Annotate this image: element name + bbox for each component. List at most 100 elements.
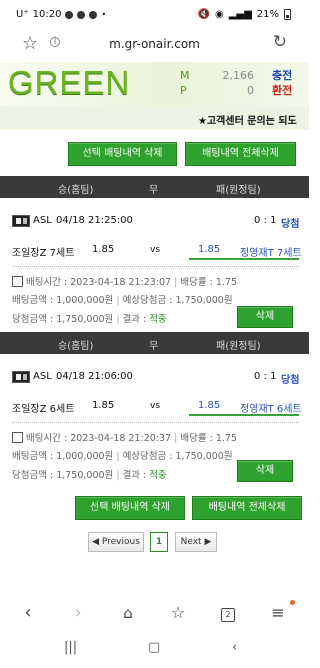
- bet-rate: 배당률 : 1.75: [180, 277, 237, 288]
- table-header: 승(홈팀) 무 패(원정팀): [0, 176, 309, 198]
- charge-link[interactable]: 충전: [272, 68, 292, 83]
- home-team: 조일장Z 6세트: [12, 404, 75, 415]
- back-button-icon[interactable]: ‹: [232, 640, 237, 655]
- next-page-button[interactable]: Next ▶: [175, 532, 217, 552]
- message-icon: [77, 10, 86, 19]
- previous-page-button[interactable]: ◀ Previous: [88, 532, 144, 552]
- bet-rate: 배당률 : 1.75: [180, 433, 237, 444]
- home-team: 조일장Z 7세트: [12, 248, 75, 259]
- page-number-current[interactable]: 1: [150, 532, 168, 552]
- bookmarks-icon[interactable]: ☆: [166, 603, 190, 622]
- separator: |: [116, 314, 120, 325]
- result-badge: 당첨: [281, 219, 300, 230]
- balance-actions: 충전 환전: [272, 68, 292, 98]
- separator: |: [116, 451, 120, 462]
- header-draw: 무: [149, 341, 159, 352]
- bet-select-checkbox[interactable]: [12, 432, 23, 443]
- header-draw: 무: [149, 185, 159, 196]
- browser-url-bar: ☆ i m.gr-onair.com ↻: [0, 28, 309, 62]
- separator: |: [174, 433, 178, 444]
- home-odds: 1.85: [92, 400, 115, 411]
- match-time: 04/18 21:25:00: [56, 215, 133, 226]
- league-name: ASL: [33, 371, 52, 382]
- bet-time: 배팅시간 : 2023-04-18 21:23:07: [26, 277, 172, 288]
- match-score: 0 : 1: [254, 371, 277, 382]
- battery-level: 21%: [256, 9, 279, 20]
- divider: [12, 266, 299, 267]
- delete-all-button-top[interactable]: 배팅내역 전체삭제: [185, 142, 296, 166]
- recent-apps-icon[interactable]: |||: [64, 640, 77, 655]
- delete-all-button-bottom[interactable]: 배팅내역 전체삭제: [192, 496, 302, 520]
- chat-icon: [89, 10, 98, 19]
- home-odds: 1.85: [92, 244, 115, 255]
- update-dot-icon: [290, 600, 295, 605]
- expected-winnings: 예상당첨금 : 1,750,000원: [122, 295, 233, 306]
- balance-values: 2,166 0: [200, 68, 255, 98]
- league-name: ASL: [33, 215, 52, 226]
- bet-amount: 배팅금액 : 1,000,000원: [12, 451, 114, 462]
- delete-bet-button[interactable]: 삭제: [237, 460, 293, 482]
- odds-row: 조일장Z 7세트 1.85 vs 1.85 정영재T 7세트: [0, 238, 309, 260]
- mute-icon: 🔇: [197, 9, 210, 20]
- win-amount: 당첨금액 : 1,750,000원: [12, 314, 114, 325]
- exchange-link[interactable]: 환전: [272, 83, 292, 98]
- clock: 10:20: [32, 9, 62, 20]
- next-label: Next: [180, 537, 202, 547]
- reload-icon[interactable]: ↻: [273, 32, 287, 52]
- money-label: M: [180, 69, 190, 82]
- home-button-icon[interactable]: ▢: [148, 640, 160, 655]
- separator: |: [116, 470, 120, 481]
- tabs-icon[interactable]: 2: [216, 604, 240, 625]
- status-bar: U⁺ 10:20 • 🔇 ◉ ▂▄▆ 21%: [0, 0, 309, 28]
- bet-select-checkbox[interactable]: [12, 276, 23, 287]
- point-label: P: [180, 84, 187, 97]
- money-value: 2,166: [222, 69, 255, 82]
- forward-icon[interactable]: ›: [66, 602, 90, 623]
- outcome-value: 적중: [149, 314, 167, 325]
- league-flag-icon: [12, 371, 30, 383]
- location-icon: ◉: [214, 9, 224, 20]
- outcome-label: 결과 :: [122, 470, 147, 481]
- header-home: 승(홈팀): [58, 185, 94, 196]
- match-info-row: ASL 04/18 21:25:00 0 : 1 당첨: [0, 212, 309, 230]
- delete-selected-button-bottom[interactable]: 선택 배팅내역 삭제: [75, 496, 185, 520]
- ticker-text: ★고객센터 문의는 되도: [198, 116, 297, 127]
- separator: |: [174, 277, 178, 288]
- win-amount: 당첨금액 : 1,750,000원: [12, 470, 114, 481]
- vs-label: vs: [150, 401, 161, 411]
- bet-amount: 배팅금액 : 1,000,000원: [12, 295, 114, 306]
- vs-label: vs: [150, 245, 161, 255]
- delete-selected-button-top[interactable]: 선택 배팅내역 삭제: [68, 142, 177, 166]
- menu-icon[interactable]: ≡: [266, 603, 290, 622]
- url-text[interactable]: m.gr-onair.com: [0, 37, 309, 51]
- pagination: ◀ Previous 1 Next ▶: [0, 532, 309, 554]
- back-icon[interactable]: ‹: [16, 602, 40, 623]
- expected-winnings: 예상당첨금 : 1,750,000원: [122, 451, 233, 462]
- match-info-row: ASL 04/18 21:06:00 0 : 1 당첨: [0, 368, 309, 386]
- delete-bet-button[interactable]: 삭제: [237, 306, 293, 328]
- away-team: 정영재T 7세트: [240, 248, 302, 259]
- previous-arrow-icon: ◀: [92, 537, 102, 547]
- outcome-value: 적중: [149, 470, 167, 481]
- odds-row: 조일장Z 6세트 1.85 vs 1.85 정영재T 6세트: [0, 394, 309, 416]
- balance-labels: M P: [180, 68, 190, 98]
- notification-icon: [65, 10, 74, 19]
- header-away: 패(원정팀): [216, 185, 261, 196]
- table-header: 승(홈팀) 무 패(원정팀): [0, 332, 309, 354]
- signal-icon: ▂▄▆: [228, 9, 252, 20]
- more-notifications-icon: •: [101, 10, 107, 19]
- previous-label: Previous: [101, 537, 140, 547]
- site-header: GREEN M P 2,166 0 충전 환전: [0, 62, 309, 106]
- separator: |: [116, 295, 120, 306]
- point-value: 0: [247, 84, 254, 97]
- outcome-label: 결과 :: [122, 314, 147, 325]
- browser-toolbar: ‹ › ⌂ ☆ 2 ≡: [0, 596, 309, 630]
- home-icon[interactable]: ⌂: [116, 604, 140, 622]
- match-score: 0 : 1: [254, 215, 277, 226]
- site-logo[interactable]: GREEN: [8, 64, 130, 102]
- league-flag-icon: [12, 215, 30, 227]
- header-away: 패(원정팀): [216, 341, 261, 352]
- carrier-label: U⁺: [16, 9, 29, 20]
- away-odds: 1.85: [198, 244, 221, 255]
- divider: [12, 422, 299, 423]
